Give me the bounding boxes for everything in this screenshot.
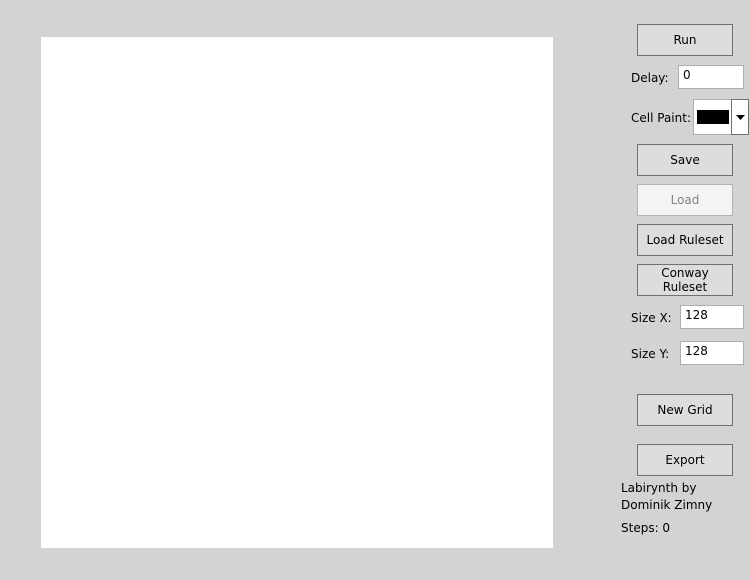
load-button[interactable]: Load xyxy=(637,184,733,216)
main-window: Run Delay: 0 Cell Paint: Save Load Load … xyxy=(0,0,750,580)
steps-counter: Steps: 0 xyxy=(621,521,671,535)
color-swatch xyxy=(696,110,729,124)
delay-input[interactable]: 0 xyxy=(678,65,744,89)
cell-paint-selected[interactable] xyxy=(693,99,731,135)
new-grid-button[interactable]: New Grid xyxy=(637,394,733,426)
credit-text: Labirynth by Dominik Zimny xyxy=(621,481,713,512)
size-x-label: Size X: xyxy=(631,311,672,325)
run-button[interactable]: Run xyxy=(637,24,733,56)
chevron-down-icon xyxy=(735,114,745,120)
load-ruleset-button[interactable]: Load Ruleset xyxy=(637,224,733,256)
size-x-input[interactable]: 128 xyxy=(680,305,744,329)
grid-canvas[interactable] xyxy=(41,37,553,548)
delay-label: Delay: xyxy=(631,71,669,85)
size-y-input[interactable]: 128 xyxy=(680,341,744,365)
cell-paint-dropdown-button[interactable] xyxy=(731,99,749,135)
conway-ruleset-button[interactable]: Conway Ruleset xyxy=(637,264,733,296)
export-button[interactable]: Export xyxy=(637,444,733,476)
save-button[interactable]: Save xyxy=(637,144,733,176)
size-y-label: Size Y: xyxy=(631,347,670,361)
cell-paint-label: Cell Paint: xyxy=(631,111,691,125)
cell-paint-combobox[interactable] xyxy=(693,99,749,135)
